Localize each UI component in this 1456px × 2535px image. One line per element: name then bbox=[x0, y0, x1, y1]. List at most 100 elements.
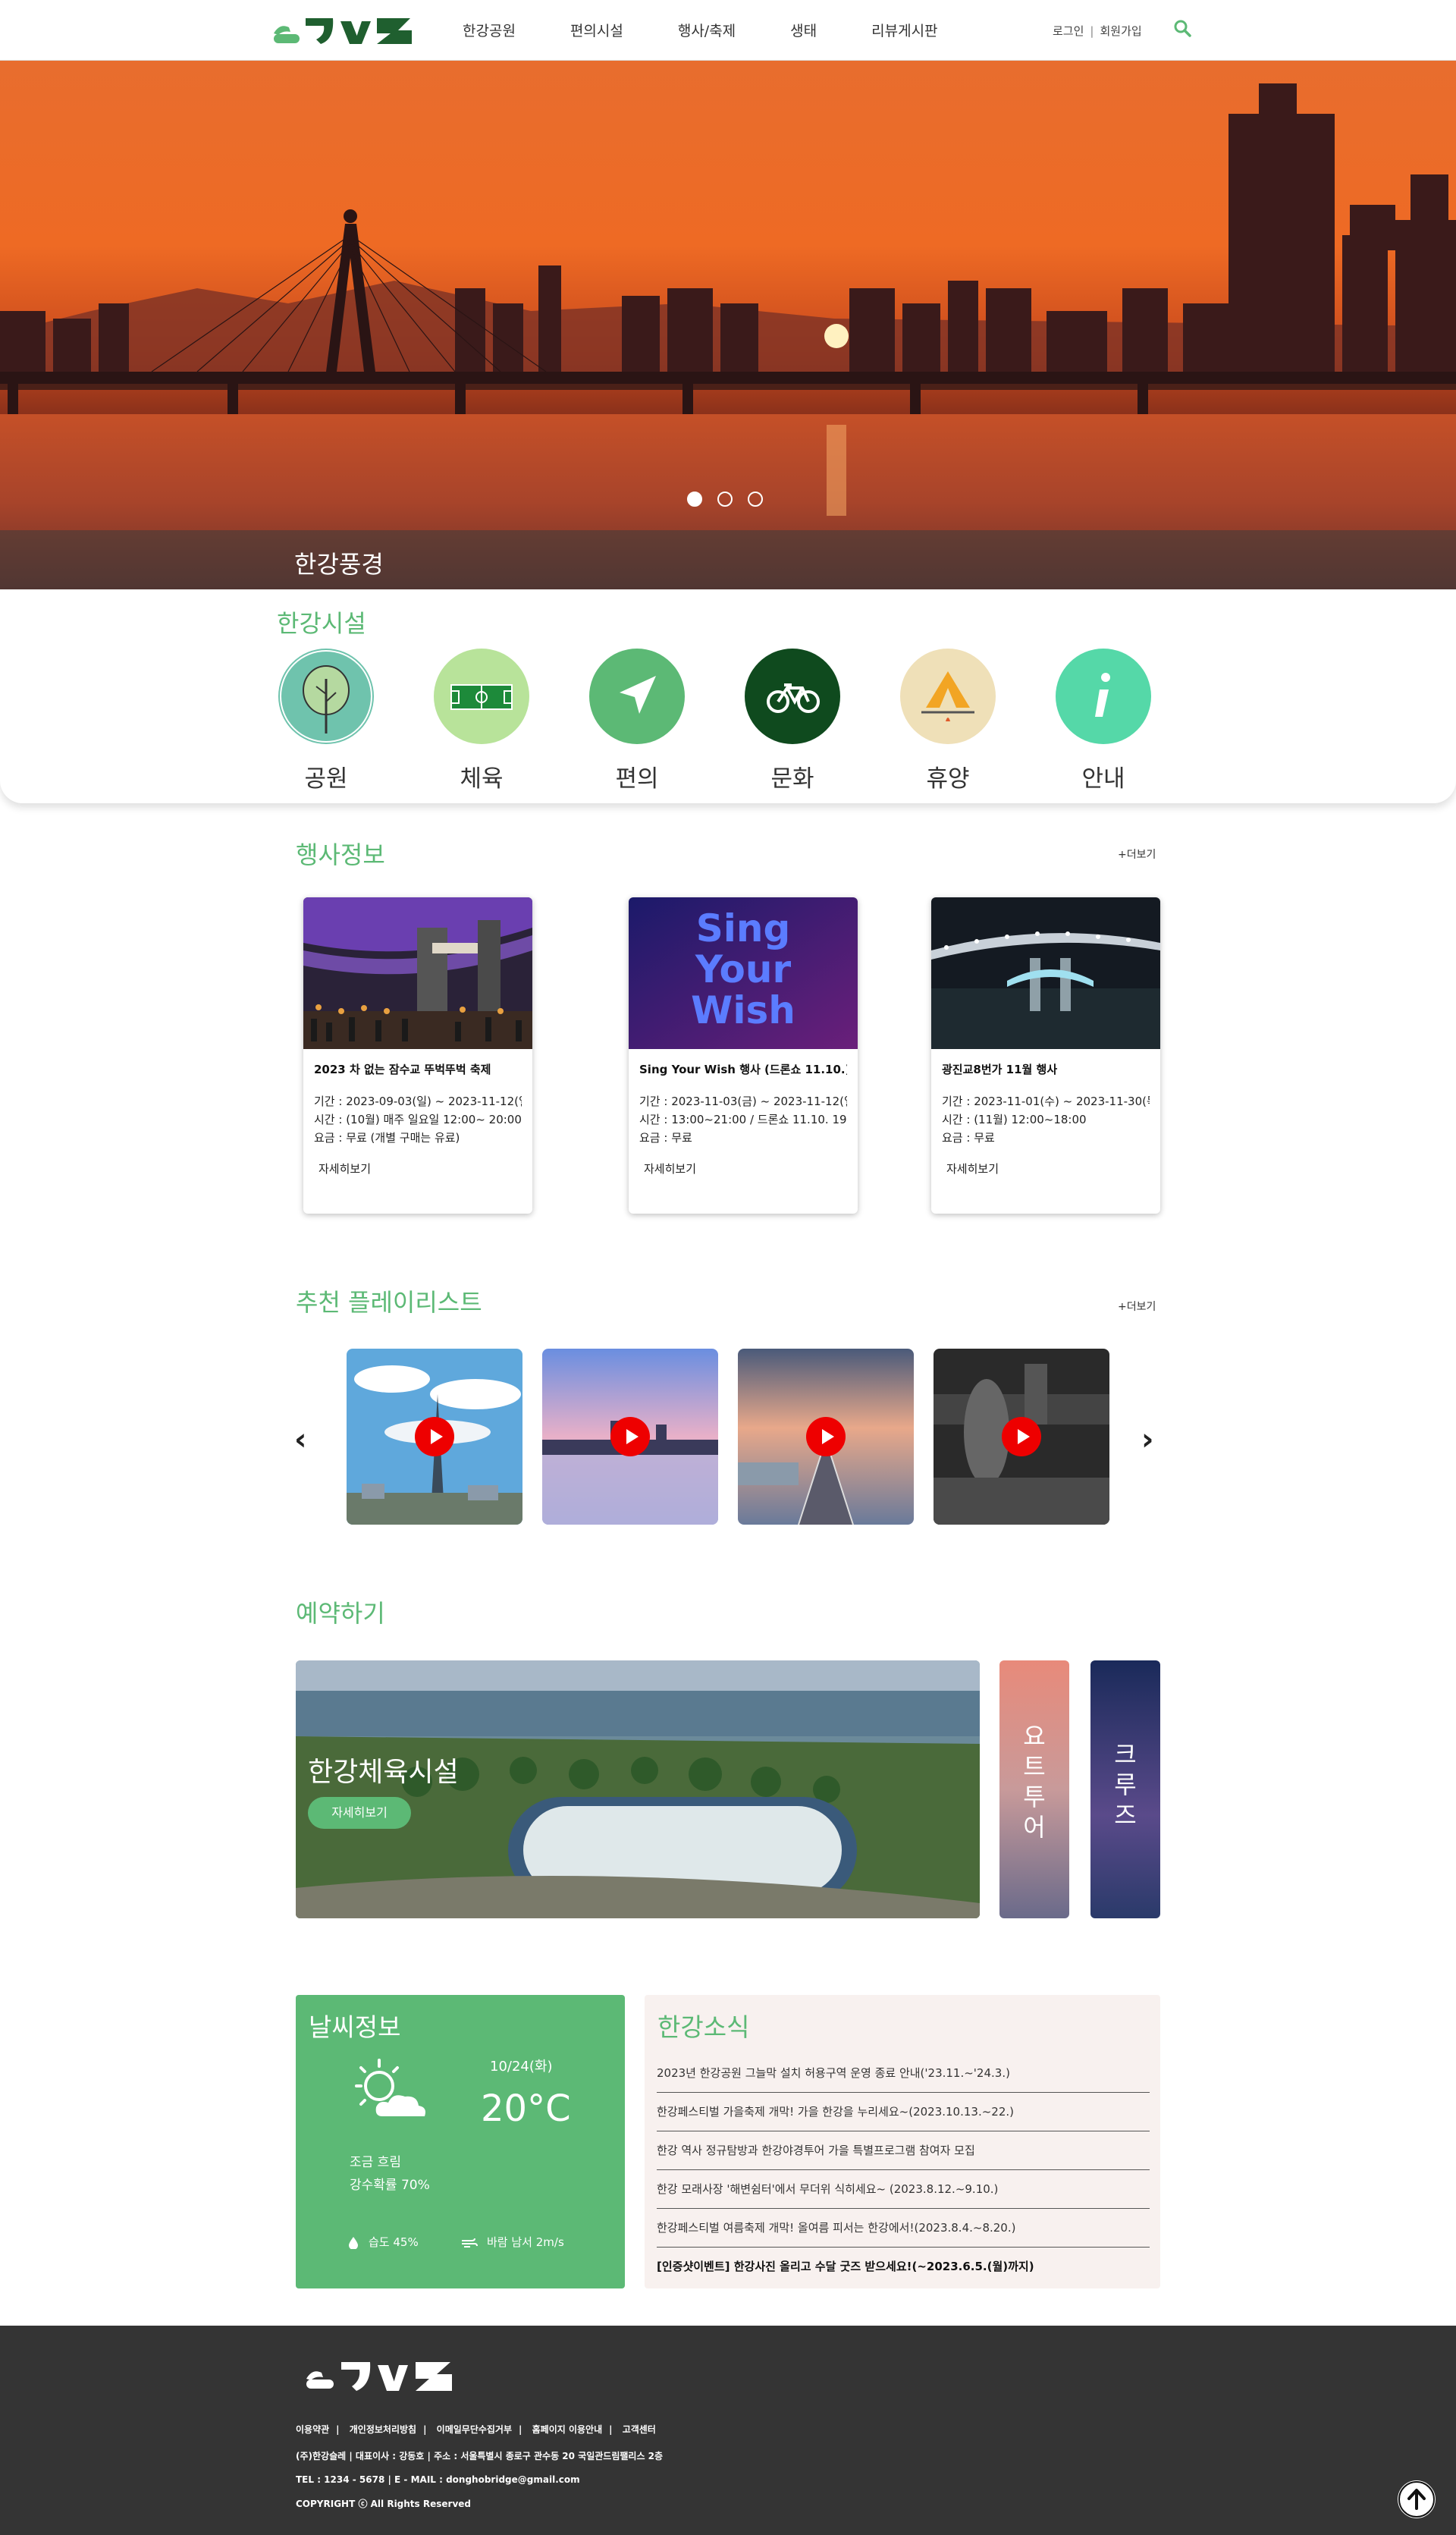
event-fee: 요금 : 무료 bbox=[639, 1131, 692, 1145]
facilities-title: 한강시설 bbox=[277, 609, 366, 638]
playlist-item-4[interactable] bbox=[934, 1349, 1109, 1525]
events-more-link[interactable]: +더보기 bbox=[1118, 847, 1156, 862]
reservation-cruise[interactable]: 크 루 즈 bbox=[1090, 1660, 1160, 1918]
cruise-label: 크 루 즈 bbox=[1090, 1739, 1160, 1830]
facility-label: 공원 bbox=[304, 765, 348, 793]
event-title: 2023 차 없는 잠수교 뚜벅뚜벅 축제 bbox=[314, 1063, 491, 1076]
footer-contact: TEL : 1234 - 5678 | E - MAIL : donghobri… bbox=[296, 2474, 580, 2485]
nav-item-ecology[interactable]: 생태 bbox=[790, 20, 817, 40]
humidity-value: 습도 45% bbox=[369, 2235, 419, 2249]
news-item[interactable]: 2023년 한강공원 그늘막 설치 허용구역 운영 종료 안내('23.11.~… bbox=[657, 2054, 1150, 2093]
tree-icon bbox=[278, 649, 374, 744]
logo[interactable] bbox=[271, 11, 415, 49]
sing-your-wish-text: Your bbox=[695, 947, 792, 991]
auth-separator: | bbox=[1090, 24, 1094, 38]
playlist-more-link[interactable]: +더보기 bbox=[1118, 1299, 1156, 1314]
news-list: 2023년 한강공원 그늘막 설치 허용구역 운영 종료 안내('23.11.~… bbox=[657, 2054, 1150, 2286]
weather-date: 10/24(화) bbox=[490, 2059, 553, 2075]
yacht-tour-char: 트 bbox=[1023, 1752, 1046, 1781]
chevron-right-icon[interactable]: › bbox=[1141, 1422, 1153, 1457]
event-image-bridge-night bbox=[931, 897, 1160, 1049]
sing-your-wish-text: Wish bbox=[691, 988, 795, 1032]
facility-recreation[interactable]: 휴양 bbox=[899, 649, 997, 793]
wind-icon bbox=[461, 2237, 478, 2249]
yacht-tour-char: 어 bbox=[1023, 1813, 1046, 1842]
event-detail-link[interactable]: 자세히보기 bbox=[318, 1161, 517, 1176]
event-detail-link[interactable]: 자세히보기 bbox=[946, 1161, 1145, 1176]
nav-item-facilities[interactable]: 편의시설 bbox=[570, 20, 623, 40]
facility-label: 체육 bbox=[460, 765, 504, 793]
event-time: 시간 : (10월) 매주 일요일 12:00~ 20:00 bbox=[314, 1113, 522, 1126]
yacht-tour-char: 요 bbox=[1023, 1722, 1046, 1751]
yacht-tour-char: 투 bbox=[1023, 1783, 1046, 1811]
footer-copyright: COPYRIGHT ⓒ All Rights Reserved bbox=[296, 2499, 471, 2509]
playlist-item-2[interactable] bbox=[542, 1349, 718, 1525]
signup-link[interactable]: 회원가입 bbox=[1100, 24, 1141, 38]
weather-precipitation: 강수확률 70% bbox=[350, 2178, 430, 2193]
play-icon bbox=[1002, 1417, 1041, 1456]
event-period: 기간 : 2023-11-03(금) ~ 2023-11-12(일) bbox=[639, 1095, 847, 1108]
facilities-section: 한강시설 공원 체육 편의 문화 휴양 안내 bbox=[0, 589, 1456, 803]
navigation-arrow-icon bbox=[589, 649, 685, 744]
facility-label: 휴양 bbox=[926, 765, 970, 793]
news-item[interactable]: [인증샷이벤트] 한강사진 올리고 수달 굿즈 받으세요!(~2023.6.5.… bbox=[657, 2248, 1150, 2286]
hero-caption: 한강풍경 bbox=[294, 550, 384, 579]
footer-link-support[interactable]: 고객센터 bbox=[623, 2424, 656, 2435]
login-link[interactable]: 로그인 bbox=[1053, 24, 1084, 38]
hero-dot-3[interactable] bbox=[748, 492, 763, 507]
facility-info[interactable]: 안내 bbox=[1054, 649, 1153, 793]
event-detail-link[interactable]: 자세히보기 bbox=[644, 1161, 843, 1176]
event-period: 기간 : 2023-11-01(수) ~ 2023-11-30(목) bbox=[942, 1095, 1150, 1108]
footer-logo[interactable] bbox=[303, 2353, 455, 2395]
play-icon bbox=[806, 1417, 846, 1456]
event-fee: 요금 : 무료 (개별 구매는 유료) bbox=[314, 1131, 460, 1145]
reservation-yacht-tour[interactable]: 요 트 투 어 bbox=[999, 1660, 1069, 1918]
hero-dot-2[interactable] bbox=[717, 492, 733, 507]
sing-your-wish-text: Sing bbox=[695, 906, 791, 950]
nav-item-events[interactable]: 행사/축제 bbox=[678, 20, 736, 40]
droplet-icon bbox=[349, 2236, 358, 2250]
nav-item-hangang-park[interactable]: 한강공원 bbox=[463, 20, 516, 40]
weather-panel: 날씨정보 10/24(화) 20°C 조금 흐림 강수확률 70% 습도 45%… bbox=[296, 1995, 625, 2288]
event-title: Sing Your Wish 행사 (드론쇼 11.10.) bbox=[639, 1063, 847, 1076]
news-item[interactable]: 한강 역사 정규탐방과 한강야경투어 가을 특별프로그램 참여자 모집 bbox=[657, 2131, 1150, 2170]
play-icon bbox=[610, 1417, 650, 1456]
event-time: 시간 : (11월) 12:00~18:00 bbox=[942, 1113, 1087, 1126]
facility-sports[interactable]: 체육 bbox=[432, 649, 531, 793]
event-period: 기간 : 2023-09-03(일) ~ 2023-11-12(일) bbox=[314, 1095, 522, 1108]
soccer-field-icon bbox=[434, 649, 529, 744]
facility-label: 편의 bbox=[615, 765, 659, 793]
facility-convenience[interactable]: 편의 bbox=[588, 649, 686, 793]
scroll-top-button[interactable] bbox=[1398, 2480, 1436, 2518]
news-item[interactable]: 한강페스티벌 가을축제 개막! 가을 한강을 누리세요~(2023.10.13.… bbox=[657, 2093, 1150, 2131]
facility-culture[interactable]: 문화 bbox=[743, 649, 842, 793]
playlist-item-1[interactable] bbox=[347, 1349, 522, 1525]
footer-link-email-policy[interactable]: 이메일무단수집거부 bbox=[437, 2424, 512, 2435]
auth-links: 로그인 | 회원가입 bbox=[1053, 23, 1142, 39]
search-icon[interactable] bbox=[1172, 18, 1192, 38]
news-title: 한강소식 bbox=[657, 2012, 750, 2042]
arrow-up-icon bbox=[1398, 2481, 1435, 2518]
news-item[interactable]: 한강 모래사장 '해변쉼터'에서 무더위 식히세요~ (2023.8.12.~9… bbox=[657, 2170, 1150, 2209]
footer-link-terms[interactable]: 이용약관 bbox=[296, 2424, 329, 2435]
chevron-left-icon[interactable]: ‹ bbox=[294, 1422, 306, 1457]
footer-link-privacy[interactable]: 개인정보처리방침 bbox=[350, 2424, 416, 2435]
reservation-detail-button[interactable]: 자세히보기 bbox=[308, 1797, 411, 1829]
partly-cloudy-icon bbox=[355, 2059, 425, 2116]
news-item[interactable]: 한강페스티벌 여름축제 개막! 올여름 피서는 한강에서!(2023.8.4.~… bbox=[657, 2209, 1150, 2248]
play-icon bbox=[415, 1417, 454, 1456]
event-fee: 요금 : 무료 bbox=[942, 1131, 995, 1145]
weather-condition: 조금 흐림 bbox=[350, 2155, 401, 2170]
nav-item-reviews[interactable]: 리뷰게시판 bbox=[871, 20, 937, 40]
hero-dot-1[interactable] bbox=[687, 492, 702, 507]
footer-link-guide[interactable]: 홈페이지 이용안내 bbox=[532, 2424, 603, 2435]
playlist-item-3[interactable] bbox=[738, 1349, 914, 1525]
event-card: Sing Your Wish Sing Your Wish 행사 (드론쇼 11… bbox=[629, 897, 858, 1214]
hero-pagination bbox=[687, 492, 763, 507]
weather-humidity: 습도 45% bbox=[349, 2234, 419, 2250]
reservation-sports-facility[interactable]: 한강체육시설 자세히보기 bbox=[296, 1660, 980, 1918]
event-image-sing-your-wish: Sing Your Wish bbox=[629, 897, 858, 1049]
reservation-main-label: 한강체육시설 bbox=[308, 1757, 459, 1788]
event-details: 기간 : 2023-09-03(일) ~ 2023-11-12(일) 시간 : … bbox=[314, 1092, 522, 1147]
facility-park[interactable]: 공원 bbox=[277, 649, 375, 793]
